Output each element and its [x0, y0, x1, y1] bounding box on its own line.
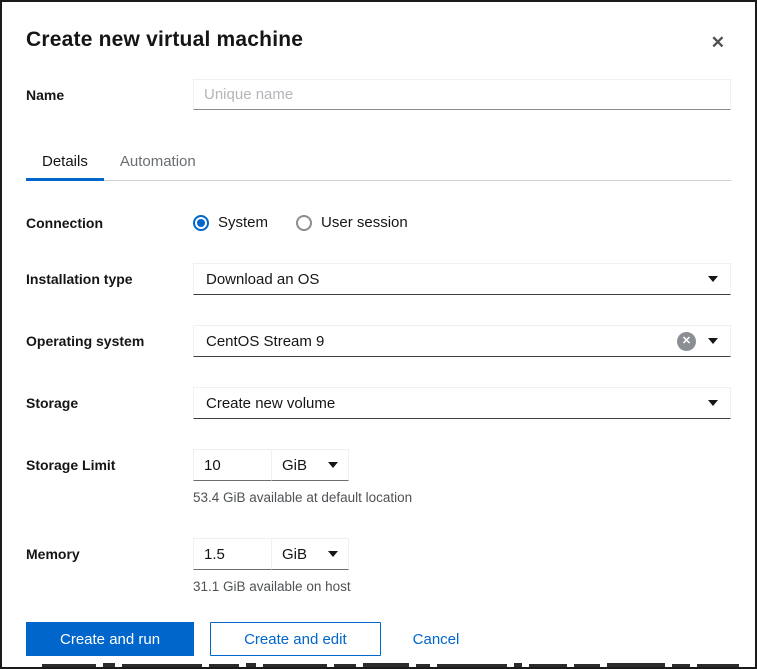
tab-bar: Details Automation [26, 144, 731, 181]
storage-limit-unit-value: GiB [282, 456, 308, 474]
storage-limit-unit-select[interactable]: GiB [271, 449, 349, 481]
operating-system-value: CentOS Stream 9 [206, 332, 325, 350]
name-input[interactable] [193, 79, 731, 110]
name-label: Name [26, 86, 65, 103]
modal-area: Create new virtual machine ✕ Name Detail… [2, 2, 755, 663]
connection-label: Connection [26, 214, 103, 231]
caret-down-icon [708, 400, 718, 406]
create-and-edit-button[interactable]: Create and edit [210, 622, 381, 656]
installation-type-label: Installation type [26, 271, 133, 287]
memory-row: Memory GiB 31.1 GiB available on host [26, 538, 731, 594]
radio-user-session-label: User session [321, 214, 408, 231]
caret-down-icon [328, 551, 338, 557]
background-page-sliver [2, 661, 755, 667]
radio-system-label: System [218, 214, 269, 231]
storage-limit-row: Storage Limit GiB 53.4 GiB available at … [26, 449, 731, 505]
dialog-header: Create new virtual machine ✕ [2, 2, 755, 55]
operating-system-select[interactable]: CentOS Stream 9 ✕ [193, 325, 731, 357]
storage-limit-label: Storage Limit [26, 457, 116, 473]
clear-icon: ✕ [681, 334, 692, 347]
create-vm-dialog: Create new virtual machine ✕ Name Detail… [0, 0, 757, 669]
storage-value: Create new volume [206, 394, 336, 412]
cancel-button[interactable]: Cancel [397, 622, 476, 656]
dialog-title: Create new virtual machine [26, 28, 304, 51]
installation-type-row: Installation type Download an OS [26, 263, 731, 295]
installation-type-value: Download an OS [206, 270, 320, 288]
close-icon: ✕ [710, 33, 725, 52]
create-and-run-button[interactable]: Create and run [26, 622, 195, 656]
tab-automation[interactable]: Automation [104, 144, 212, 180]
dialog-footer: Create and run Create and edit Cancel [2, 622, 755, 656]
caret-down-icon [708, 338, 718, 344]
radio-selected-icon [193, 214, 209, 231]
operating-system-row: Operating system CentOS Stream 9 ✕ [26, 325, 731, 357]
memory-unit-select[interactable]: GiB [271, 538, 349, 570]
storage-select[interactable]: Create new volume [193, 387, 731, 419]
connection-row: Connection System User session [26, 214, 731, 231]
storage-row: Storage Create new volume [26, 387, 731, 419]
storage-limit-input[interactable] [193, 449, 271, 481]
close-button[interactable]: ✕ [705, 30, 731, 55]
caret-down-icon [328, 462, 338, 468]
operating-system-label: Operating system [26, 333, 145, 349]
memory-helper: 31.1 GiB available on host [193, 579, 351, 594]
dialog-body: Name Details Automation Connection Syste… [2, 79, 755, 594]
memory-unit-value: GiB [282, 545, 308, 563]
caret-down-icon [708, 276, 718, 282]
installation-type-select[interactable]: Download an OS [193, 263, 731, 295]
name-row: Name [26, 79, 731, 110]
tab-details[interactable]: Details [26, 144, 104, 181]
radio-system[interactable]: System [193, 214, 268, 231]
memory-input[interactable] [193, 538, 271, 570]
storage-label: Storage [26, 395, 79, 411]
storage-limit-helper: 53.4 GiB available at default location [193, 490, 413, 505]
clear-selection-button[interactable]: ✕ [677, 331, 696, 351]
radio-user-session[interactable]: User session [296, 214, 408, 231]
radio-unselected-icon [296, 214, 313, 231]
memory-label: Memory [26, 546, 80, 562]
